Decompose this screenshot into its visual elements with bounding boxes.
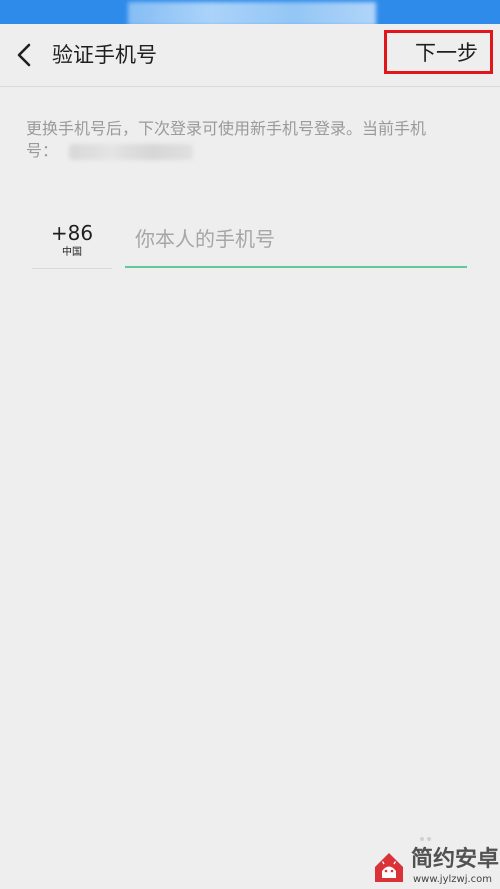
top-navigation-bar: 验证手机号 下一步 [0,24,500,87]
hint-line-2-label: 号： [26,141,59,160]
hint-line-1: 更换手机号后，下次登录可使用新手机号登录。当前手机 [26,119,427,138]
masked-current-phone-number [69,143,194,160]
country-name: 中国 [62,247,82,258]
watermark-text: 简约安卓网 [411,847,500,872]
small-decoration-icon [420,837,431,841]
phone-number-input[interactable] [125,214,467,268]
back-button[interactable] [12,39,40,71]
status-bar [0,0,500,26]
android-logo-icon [375,853,403,882]
chevron-left-icon [17,43,31,67]
hint-line-2: 号： [26,140,476,162]
phone-change-hint: 更换手机号后，下次登录可使用新手机号登录。当前手机 号： [26,118,476,162]
status-bar-blurred-content [128,2,376,26]
country-code-selector[interactable]: +86 中国 [32,218,112,269]
watermark: 简约安卓网 www.jylzwj.com [365,844,500,889]
watermark-url: www.jylzwj.com [413,874,493,885]
country-code: +86 [50,221,94,245]
next-step-button[interactable]: 下一步 [384,30,493,74]
page-title: 验证手机号 [52,43,157,67]
